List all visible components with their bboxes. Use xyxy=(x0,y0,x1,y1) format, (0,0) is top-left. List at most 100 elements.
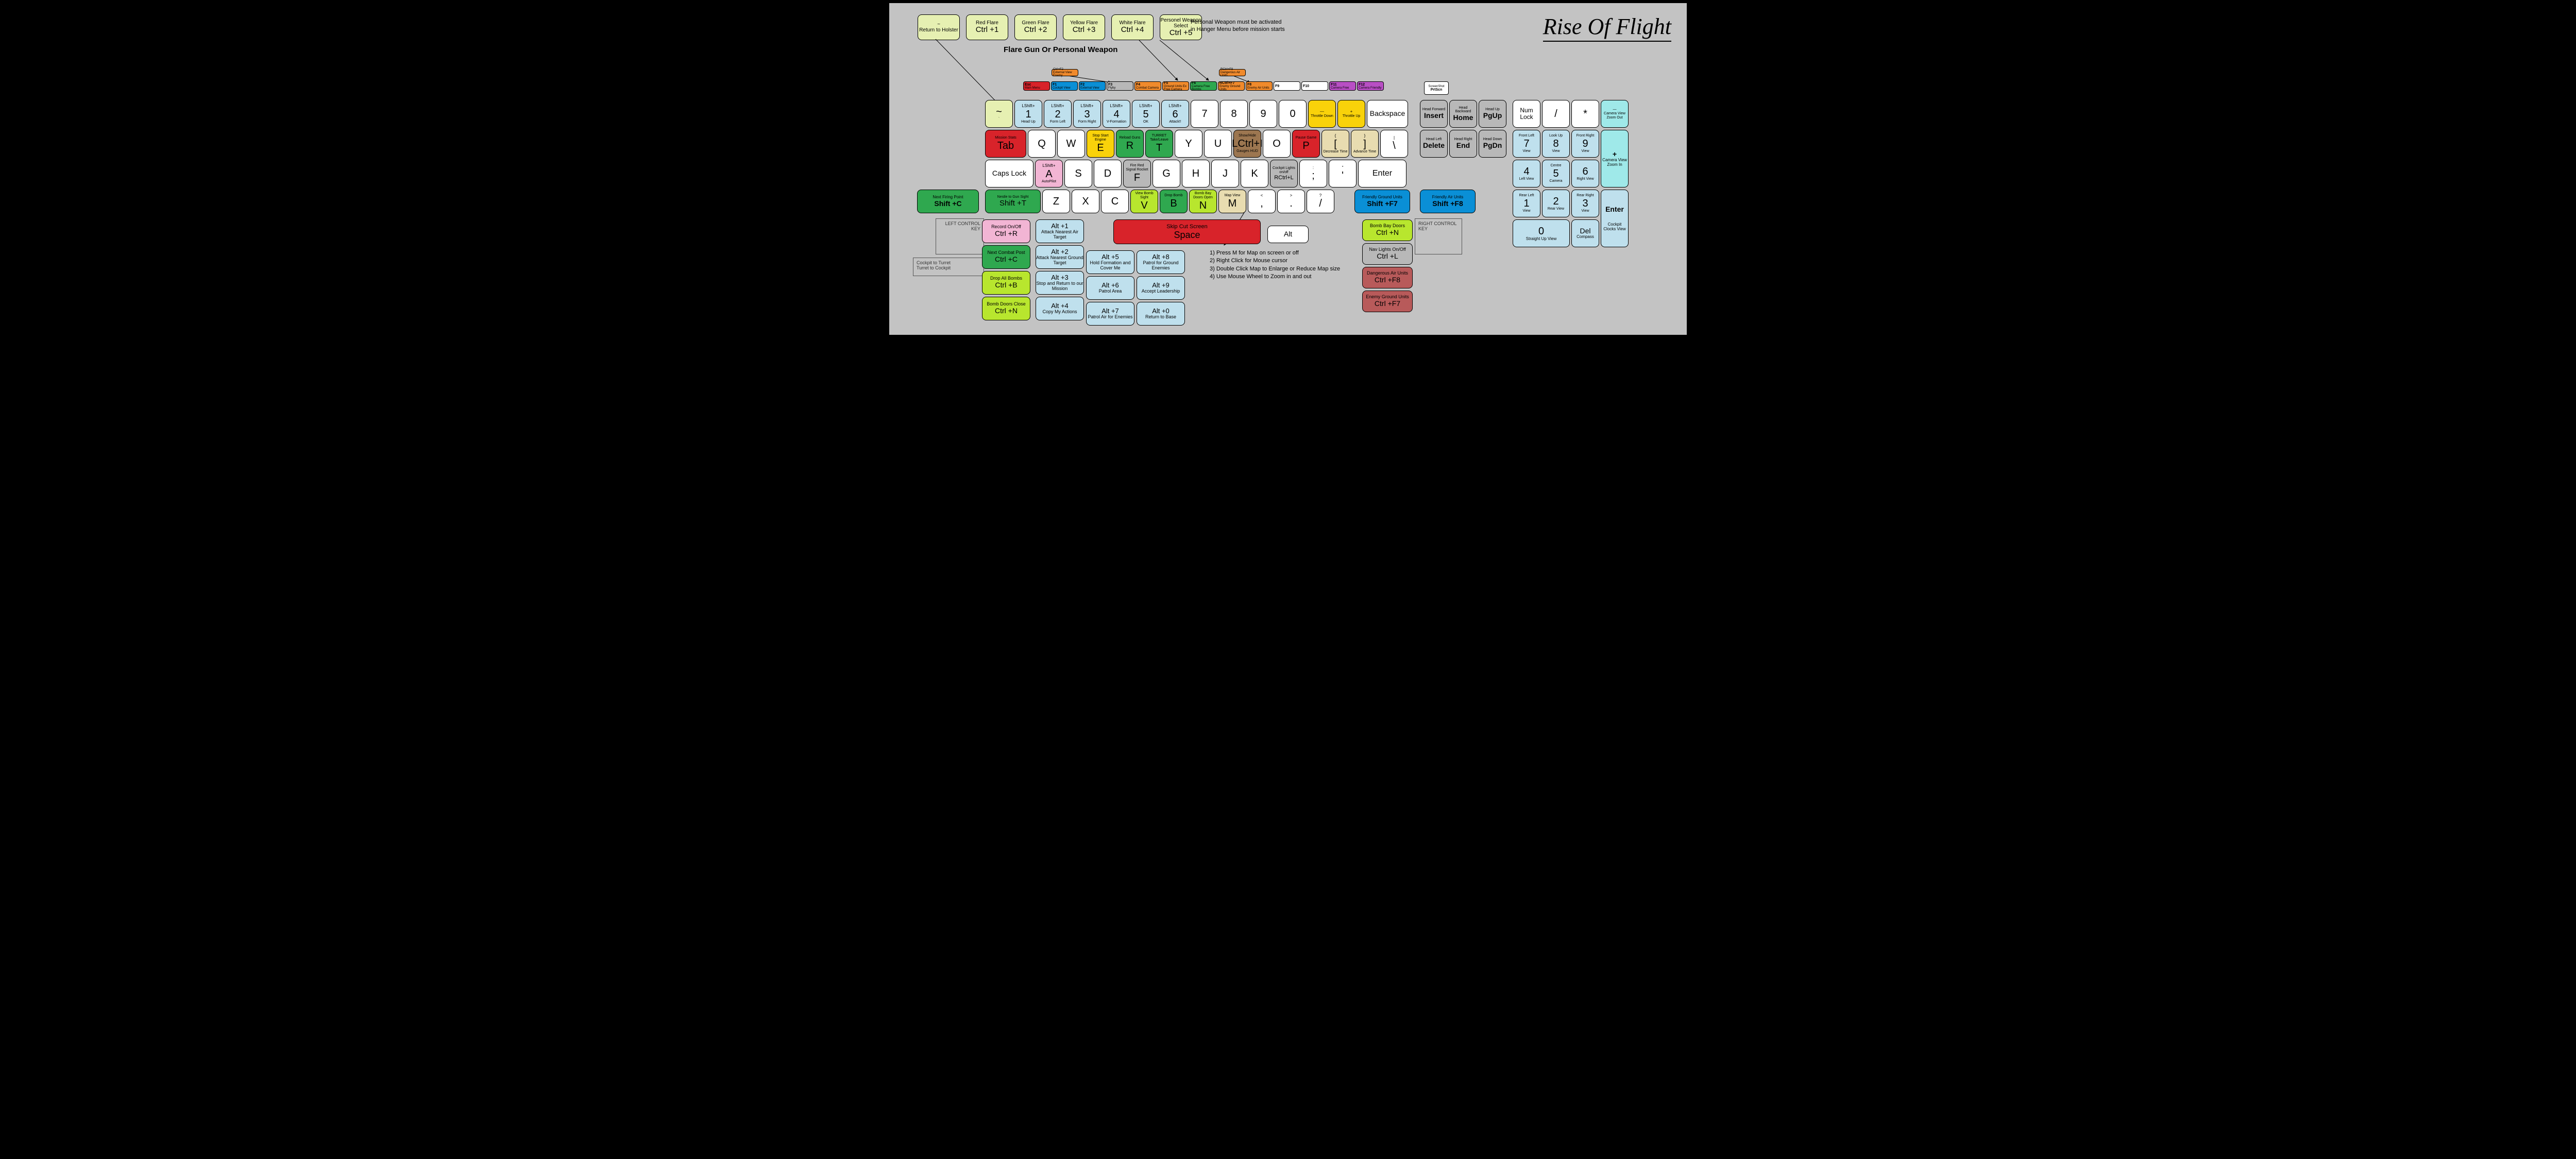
flare-key-red: Red Flare Ctrl +1 xyxy=(966,14,1008,40)
key: Pause GameP xyxy=(1292,130,1320,158)
alt-key: Alt +5Hold Formation and Cover Me xyxy=(1086,250,1134,274)
fkey: RCtrl+F7Enemy Ground Units xyxy=(1218,81,1245,91)
turret-label: Cockpit to Turret Turret to Cockpit xyxy=(913,258,984,276)
key: <, xyxy=(1248,190,1276,213)
key: O xyxy=(1263,130,1291,158)
fkey: F3Flyby xyxy=(1107,81,1133,91)
key: W xyxy=(1057,130,1085,158)
key: View Bomb SightV xyxy=(1130,190,1158,213)
key: 7 xyxy=(1191,100,1218,128)
next-firing-point: Next Firing Point Shift +C xyxy=(917,190,979,213)
fkey: F8Enemy Air Units xyxy=(1246,81,1273,91)
key: / xyxy=(1542,100,1570,128)
key: LShift+1Head Up xyxy=(1014,100,1042,128)
key: LShift+AAutoPilot xyxy=(1035,160,1063,188)
alt-key: Alt +1Attack Nearest Air Target xyxy=(1036,219,1084,243)
alt-key: Alt +3Stop and Return to our Mission xyxy=(1036,271,1084,295)
key: Z xyxy=(1042,190,1070,213)
key: >. xyxy=(1277,190,1305,213)
flare-header: Flare Gun Or Personal Weapon xyxy=(1004,45,1117,54)
rctrl-key: Enemy Ground UnitsCtrl +F7 xyxy=(1362,291,1413,312)
ftop-ctrlf2: Ctrl+F2 External View Enemy xyxy=(1052,69,1078,76)
key: Rear Right3View xyxy=(1571,190,1599,217)
key: 6Right View xyxy=(1571,160,1599,188)
right-ctrl-col: Bomb Bay DoorsCtrl +NNav Lights On/OffCt… xyxy=(1362,219,1413,312)
flare-note: Personal Weapon must be activated in Han… xyxy=(1191,19,1285,33)
flare-row: ~ Return to Holster Red Flare Ctrl +1 Gr… xyxy=(918,14,1202,40)
key: Enter xyxy=(1358,160,1406,188)
rctrl-key: Dangerous Air UnitsCtrl +F8 xyxy=(1362,267,1413,288)
alt-key: Alt +2Attack Nearest Ground Target xyxy=(1036,245,1084,269)
key: LShift+3Form Right xyxy=(1073,100,1101,128)
numpad-enter: Enter Cockpit Clocks View xyxy=(1601,190,1629,247)
key: 9 xyxy=(1249,100,1277,128)
fkey: F9 xyxy=(1274,81,1300,91)
key: Reload GunsR xyxy=(1116,130,1144,158)
key: D xyxy=(1094,160,1122,188)
fkey: F11Camera Free xyxy=(1329,81,1356,91)
key: 2Rear View xyxy=(1542,190,1570,217)
key: Look Up8View xyxy=(1542,130,1570,158)
number-row: ~`LShift+1Head UpLShift+2Form LeftLShift… xyxy=(985,100,1408,128)
flare-key-green: Green Flare Ctrl +2 xyxy=(1014,14,1057,40)
fkey: F5Ground Units Ex Free Camera xyxy=(1162,81,1189,91)
key: LShift+2Form Left xyxy=(1044,100,1072,128)
fkey: F12Camera Friendly xyxy=(1357,81,1384,91)
nav-key: Head LeftDelete xyxy=(1420,130,1448,158)
ftop-rctrlf8: RCtrl+F8 Dangerous Air Units xyxy=(1219,69,1246,76)
rctrl-key: Bomb Bay DoorsCtrl +N xyxy=(1362,219,1413,241)
key: {[Decrease Time xyxy=(1321,130,1349,158)
key: Nestle to Gun SightShift +T xyxy=(985,190,1041,213)
game-title: Rise Of Flight xyxy=(1543,13,1671,42)
key: }]Advance Time xyxy=(1351,130,1379,158)
key: U xyxy=(1204,130,1232,158)
key: Cockpit Lights on/offRCtrl+L xyxy=(1270,160,1298,188)
friendly-ground: Friendly Ground Units Shift +F7 xyxy=(1354,190,1410,213)
function-row: EscMain MenuF1Cockpit ViewF2External Vie… xyxy=(1023,81,1384,91)
key: Y xyxy=(1175,130,1202,158)
lctrl-key: Bomb Doors CloseCtrl +N xyxy=(982,297,1030,320)
nav-key: Head ForwardInsert xyxy=(1420,100,1448,128)
flare-key-white: White Flare Ctrl +4 xyxy=(1111,14,1154,40)
fkey: F10 xyxy=(1301,81,1328,91)
rctrl-key: Nav Lights On/OffCtrl +L xyxy=(1362,243,1413,265)
key: :; xyxy=(1299,160,1327,188)
key: Q xyxy=(1028,130,1056,158)
key: Stop Start EngineE xyxy=(1087,130,1114,158)
numpad-0: 0 Straight Up View xyxy=(1513,219,1570,247)
qwerty-row: Mission StatsTabQWStop Start EngineERelo… xyxy=(985,130,1408,158)
space-key: Skip Cut Screen Space xyxy=(1113,219,1261,244)
alt-key: Alt +9Accept Leadership xyxy=(1137,276,1185,300)
fkey: EscMain Menu xyxy=(1023,81,1050,91)
key: C xyxy=(1101,190,1129,213)
lctrl-key: Drop All BombsCtrl +B xyxy=(982,271,1030,295)
key: * xyxy=(1571,100,1599,128)
key: —Throttle Down xyxy=(1308,100,1336,128)
numpad-plus: + Camera View Zoom In xyxy=(1601,130,1629,188)
key: "' xyxy=(1329,160,1357,188)
key: Show/HideLCtrl+IGauges HUD xyxy=(1233,130,1261,158)
numpad-r3: Rear Left1View2Rear ViewRear Right3View xyxy=(1513,190,1599,217)
key: LShift+4V-Formation xyxy=(1103,100,1130,128)
key: Backspace xyxy=(1367,100,1408,128)
numpad-r2: 4Left ViewCentre5Camera6Right View xyxy=(1513,160,1599,188)
key: +Throttle Up xyxy=(1337,100,1365,128)
key: H xyxy=(1182,160,1210,188)
key: ~` xyxy=(985,100,1013,128)
key: K xyxy=(1241,160,1268,188)
nav-cluster-1: Head ForwardInsertHead BackwardHomeHead … xyxy=(1420,100,1506,128)
key: G xyxy=(1153,160,1180,188)
alt-key: Alt +8Patrol for Ground Enemies xyxy=(1137,250,1185,274)
friendly-air: Friendly Air Units Shift +F8 xyxy=(1420,190,1476,213)
alt-key: Alt +6Patrol Area xyxy=(1086,276,1134,300)
left-ctrl-col: Record On/OffCtrl +RNext Combat PostCtrl… xyxy=(982,219,1030,320)
lctrl-key: Next Combat PostCtrl +C xyxy=(982,245,1030,269)
fkey: F4Combat Camera xyxy=(1134,81,1161,91)
alt-key: Alt +7Patrol Air for Enemies xyxy=(1086,302,1134,326)
key: Mission StatsTab xyxy=(985,130,1026,158)
key: Centre5Camera xyxy=(1542,160,1570,188)
alt-col-2: Alt +5Hold Formation and Cover MeAlt +6P… xyxy=(1086,250,1134,326)
alt-col-3: Alt +8Patrol for Ground EnemiesAlt +9Acc… xyxy=(1137,250,1185,326)
key: 8 xyxy=(1220,100,1248,128)
key: S xyxy=(1064,160,1092,188)
